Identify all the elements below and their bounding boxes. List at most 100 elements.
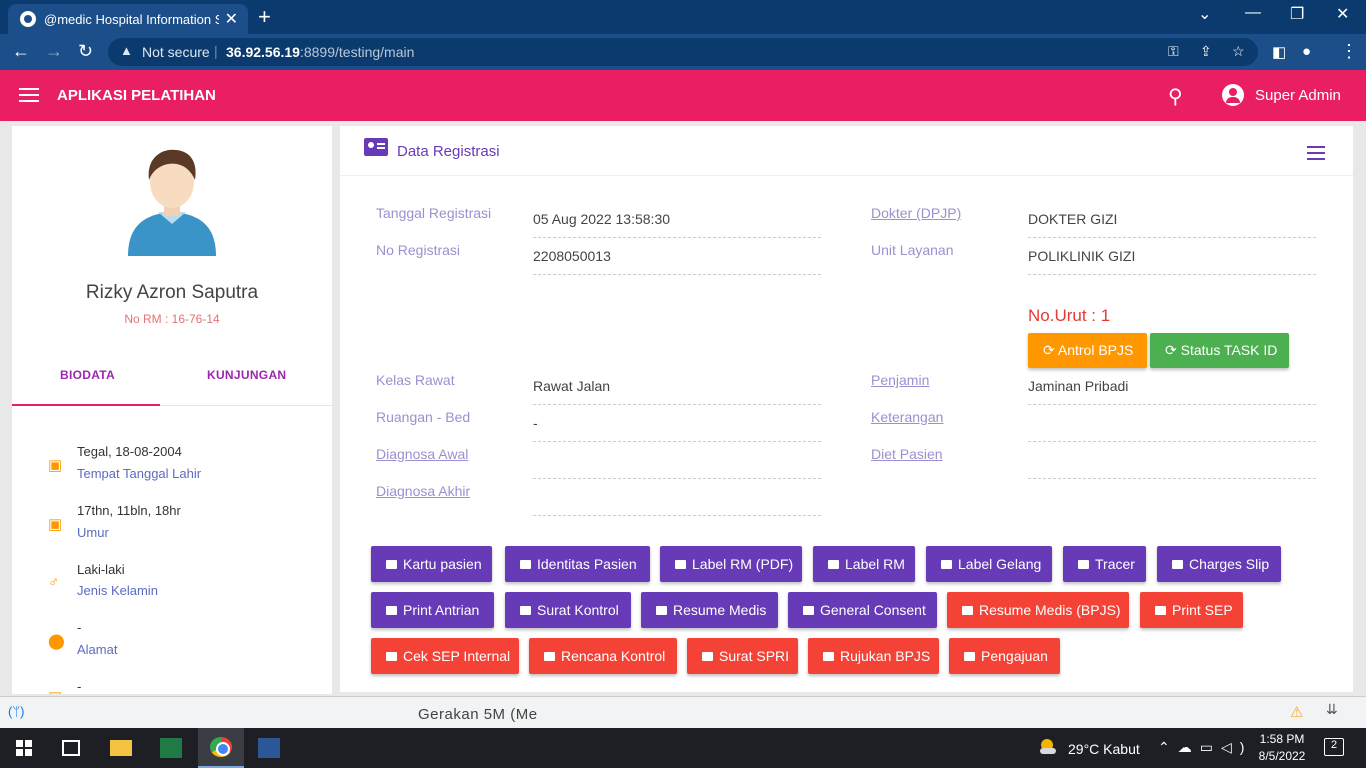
reload-icon[interactable]: ↻ [78, 41, 93, 62]
user-name[interactable]: Super Admin [1255, 87, 1341, 104]
link-penjamin[interactable]: Penjamin [871, 372, 929, 388]
tracer-button[interactable]: Tracer [1063, 546, 1146, 582]
url-host: 36.92.56.19 [226, 44, 300, 60]
tab-search-icon[interactable]: ⌄ [1198, 4, 1211, 24]
clock[interactable]: 1:58 PM 8/5/2022 [1252, 731, 1312, 765]
patient-avatar [128, 149, 216, 256]
status-task-id-button[interactable]: ⟳ Status TASK ID [1150, 333, 1289, 368]
forward-icon[interactable]: → [45, 41, 63, 62]
pengajuan-button[interactable]: Pengajuan [949, 638, 1060, 674]
notification-icon[interactable]: 2 [1324, 738, 1344, 756]
label-rm-button[interactable]: Label RM [813, 546, 915, 582]
address-label: Alamat [77, 642, 118, 657]
browser-tab[interactable]: @medic Hospital Information Sys ✕ [8, 4, 248, 34]
button-label: Cek SEP Internal [403, 648, 511, 664]
address-bar: ← → ↻ ▲ Not secure | 36.92.56.19:8899/te… [0, 34, 1366, 70]
search-icon[interactable]: ⚲ [1168, 84, 1183, 109]
task-view-icon[interactable] [62, 740, 80, 756]
charges-slip-button[interactable]: Charges Slip [1157, 546, 1281, 582]
app-title: APLIKASI PELATIHAN [57, 87, 216, 104]
button-label: Label RM [845, 556, 905, 572]
label-rm-pdf-button[interactable]: Label RM (PDF) [660, 546, 802, 582]
link-diagnosa-akhir[interactable]: Diagnosa Akhir [376, 483, 470, 499]
side-panel-icon[interactable]: ◧ [1272, 43, 1286, 61]
word-icon[interactable] [258, 738, 280, 758]
print-icon [962, 606, 973, 615]
key-icon[interactable]: ⚿ [1168, 43, 1179, 60]
minimize-icon[interactable]: — [1245, 4, 1261, 22]
calendar-icon: ▣ [48, 688, 62, 694]
profile-icon[interactable]: ● [1302, 43, 1311, 60]
print-icon [656, 606, 667, 615]
warning-icon[interactable]: ⚠ [1290, 703, 1303, 721]
registration-card: Data Registrasi Tanggal Registrasi 05 Au… [340, 126, 1353, 692]
windows-taskbar: 29°C Kabut ⌃☁▭◁) 1:58 PM 8/5/2022 2 [0, 728, 1366, 768]
link-diagnosa-awal[interactable]: Diagnosa Awal [376, 446, 468, 462]
file-explorer-icon[interactable] [110, 740, 132, 756]
address-value: - [77, 620, 82, 635]
card-menu-icon[interactable] [1307, 146, 1325, 160]
windows-start-icon[interactable] [16, 740, 32, 756]
chrome-taskbar-button[interactable] [198, 728, 244, 768]
tab-title: @medic Hospital Information Sys [44, 12, 219, 27]
back-icon[interactable]: ← [12, 41, 30, 62]
cek-sep-internal-button[interactable]: Cek SEP Internal [371, 638, 519, 674]
hamburger-menu-icon[interactable] [19, 88, 39, 102]
rujukan-bpjs-button[interactable]: Rujukan BPJS [808, 638, 939, 674]
collapse-icon[interactable]: ⇊ [1326, 701, 1338, 718]
link-diet-pasien[interactable]: Diet Pasien [871, 446, 943, 462]
button-label: Resume Medis (BPJS) [979, 602, 1121, 618]
print-icon [520, 560, 531, 569]
weather-text[interactable]: 29°C Kabut [1068, 741, 1140, 757]
button-label: Kartu pasien [403, 556, 482, 572]
link-dokter-dpjp[interactable]: Dokter (DPJP) [871, 205, 961, 221]
general-consent-button[interactable]: General Consent [788, 592, 937, 628]
share-icon[interactable]: ⇪ [1200, 43, 1212, 60]
notification-count: 2 [1330, 739, 1338, 751]
not-secure-label: Not secure [142, 44, 210, 60]
print-antrian-button[interactable]: Print Antrian [371, 592, 494, 628]
active-tab-indicator [12, 404, 160, 406]
antenna-icon[interactable]: (ᛘ) [8, 704, 24, 719]
label-no-registrasi: No Registrasi [376, 242, 461, 258]
label-gelang-button[interactable]: Label Gelang [926, 546, 1052, 582]
identitas-pasien-button[interactable]: Identitas Pasien [505, 546, 650, 582]
system-tray-icons[interactable]: ⌃☁▭◁) [1158, 739, 1252, 756]
url-text: 36.92.56.19:8899/testing/main [226, 44, 414, 60]
antrol-bpjs-button[interactable]: ⟳ Antrol BPJS [1028, 333, 1147, 368]
tab-biodata[interactable]: BIODATA [60, 368, 115, 382]
restore-icon[interactable]: ❐ [1290, 4, 1304, 24]
bookmark-star-icon[interactable]: ☆ [1232, 43, 1245, 60]
link-keterangan[interactable]: Keterangan [871, 409, 943, 425]
birth-value: Tegal, 18-08-2004 [77, 444, 182, 459]
button-label: Resume Medis [673, 602, 767, 618]
print-icon [964, 652, 975, 661]
age-value: 17thn, 11bln, 18hr [77, 503, 181, 518]
patient-card: Rizky Azron Saputra No RM : 16-76-14 BIO… [12, 126, 332, 694]
resume-medis-button[interactable]: Resume Medis [641, 592, 778, 628]
print-icon [828, 560, 839, 569]
surat-kontrol-button[interactable]: Surat Kontrol [505, 592, 631, 628]
kartu-pasien-button[interactable]: Kartu pasien [371, 546, 492, 582]
button-label: Print SEP [1172, 602, 1233, 618]
print-sep-button[interactable]: Print SEP [1140, 592, 1243, 628]
tab-kunjungan[interactable]: KUNJUNGAN [207, 368, 286, 382]
chrome-menu-icon[interactable]: ⋮ [1340, 41, 1358, 62]
app-header: APLIKASI PELATIHAN ⚲ Super Admin [0, 70, 1366, 121]
user-avatar-icon[interactable] [1222, 84, 1244, 106]
download-file-name[interactable]: Gerakan 5M (Me [418, 706, 538, 723]
excel-icon[interactable] [160, 738, 182, 758]
close-window-icon[interactable]: ✕ [1336, 4, 1349, 24]
url-field[interactable]: ▲ Not secure | 36.92.56.19:8899/testing/… [108, 38, 1258, 66]
rencana-kontrol-button[interactable]: Rencana Kontrol [529, 638, 677, 674]
new-tab-icon[interactable]: + [258, 4, 271, 30]
weather-cloud-icon[interactable] [1038, 737, 1058, 757]
status-task-id-label: Status TASK ID [1180, 342, 1278, 358]
close-tab-icon[interactable]: ✕ [225, 9, 238, 29]
resume-medis-bpjs-button[interactable]: Resume Medis (BPJS) [947, 592, 1129, 628]
surat-spri-button[interactable]: Surat SPRI [687, 638, 798, 674]
label-kelas-rawat: Kelas Rawat [376, 372, 455, 388]
value-ruangan-bed: - [533, 405, 821, 442]
url-separator: | [214, 43, 218, 59]
site-favicon-icon [20, 11, 36, 27]
